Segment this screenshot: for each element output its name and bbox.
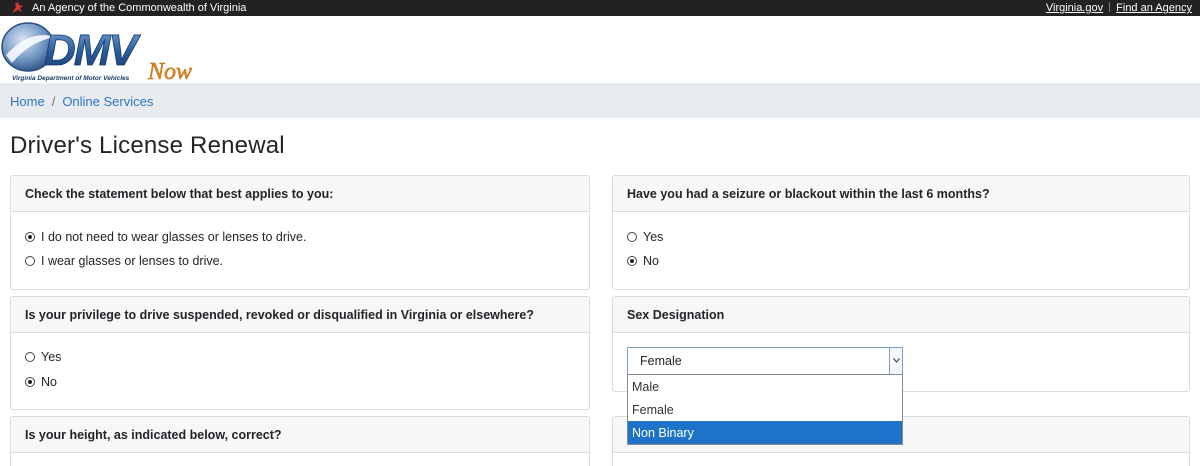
dropdown-option-non-binary[interactable]: Non Binary — [628, 421, 902, 444]
radio-button-checked[interactable] — [25, 232, 35, 242]
radio-label: Yes — [643, 230, 664, 244]
select-arrow[interactable] — [889, 348, 902, 374]
sex-designation-dropdown-list: Male Female Non Binary — [627, 374, 903, 445]
radio-label: I do not need to wear glasses or lenses … — [41, 230, 307, 244]
radio-label: Yes — [41, 350, 62, 364]
find-agency-link[interactable]: Find an Agency — [1116, 2, 1192, 14]
sex-designation-select[interactable]: Female — [627, 347, 903, 375]
radio-label: No — [41, 375, 57, 389]
dmv-logo-text: DMV — [44, 26, 141, 75]
agency-links: Virginia.gov Find an Agency — [1046, 1, 1192, 15]
breadcrumb-home-link[interactable]: Home — [10, 94, 45, 109]
page-title: Driver's License Renewal — [10, 132, 285, 159]
breadcrumb-bar: Home / Online Services — [0, 83, 1200, 118]
glasses-question-header: Check the statement below that best appl… — [11, 176, 589, 212]
dropdown-option-male[interactable]: Male — [628, 375, 902, 398]
chevron-down-icon — [893, 358, 900, 363]
site-header: DMV Virginia Department of Motor Vehicle… — [0, 16, 1200, 83]
dmv-tagline: Virginia Department of Motor Vehicles — [12, 75, 130, 82]
privilege-question-header: Is your privilege to drive suspended, re… — [11, 297, 589, 333]
breadcrumb-separator: / — [51, 94, 56, 109]
virginia-gov-link[interactable]: Virginia.gov — [1046, 2, 1103, 14]
height-question-header: Is your height, as indicated below, corr… — [11, 417, 589, 453]
radio-button[interactable] — [25, 256, 35, 266]
select-current-value: Female — [640, 354, 682, 368]
radio-label: No — [643, 254, 659, 268]
breadcrumb: Home / Online Services — [10, 94, 153, 109]
link-divider — [1109, 2, 1111, 12]
glasses-question-card: Check the statement below that best appl… — [10, 175, 590, 290]
now-logo-text: Now — [147, 59, 192, 83]
radio-label: I wear glasses or lenses to drive. — [41, 254, 224, 268]
dmv-now-logo[interactable]: DMV Virginia Department of Motor Vehicle… — [0, 19, 210, 83]
sex-designation-header: Sex Designation — [613, 297, 1189, 333]
seizure-question-card: Have you had a seizure or blackout withi… — [612, 175, 1190, 290]
radio-button[interactable] — [627, 232, 637, 242]
dropdown-option-female[interactable]: Female — [628, 398, 902, 421]
agency-text: An Agency of the Commonwealth of Virgini… — [32, 2, 247, 14]
breadcrumb-online-services-link[interactable]: Online Services — [62, 94, 153, 109]
cardinal-bird-icon — [12, 2, 23, 13]
height-question-card: Is your height, as indicated below, corr… — [10, 416, 590, 466]
seizure-question-header: Have you had a seizure or blackout withi… — [613, 176, 1189, 212]
radio-button-checked[interactable] — [627, 256, 637, 266]
agency-bar: An Agency of the Commonwealth of Virgini… — [0, 0, 1200, 16]
radio-button-checked[interactable] — [25, 377, 35, 387]
privilege-question-card: Is your privilege to drive suspended, re… — [10, 296, 590, 410]
radio-button[interactable] — [25, 352, 35, 362]
